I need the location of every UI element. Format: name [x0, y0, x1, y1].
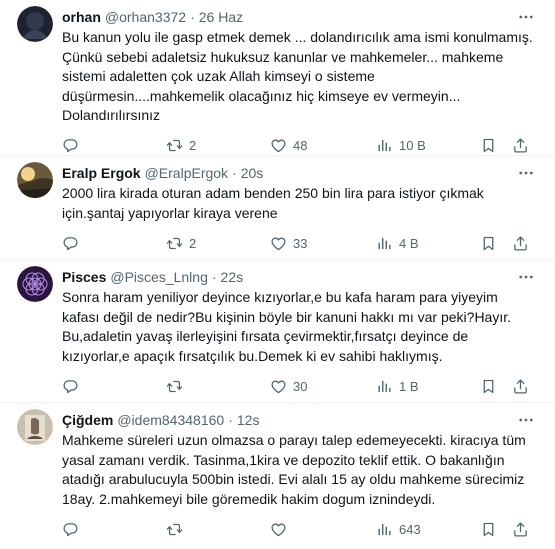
more-icon[interactable] — [517, 268, 535, 286]
retweet-count: 2 — [189, 138, 197, 153]
views-button[interactable]: 1 B — [376, 378, 480, 395]
reply-button[interactable] — [62, 378, 166, 395]
bookmark-button[interactable] — [480, 235, 512, 252]
like-count: 48 — [293, 138, 308, 153]
view-count: 1 B — [399, 378, 419, 394]
tweet[interactable]: orhan @orhan3372 · 26 Haz Bu kanun yolu … — [0, 0, 555, 156]
separator-dot: · — [211, 269, 217, 285]
bookmark-button[interactable] — [480, 378, 512, 395]
share-button[interactable] — [512, 137, 532, 154]
more-icon[interactable] — [517, 164, 535, 182]
separator-dot: · — [228, 412, 233, 428]
share-button[interactable] — [512, 235, 532, 252]
views-icon — [376, 235, 393, 252]
tweet[interactable]: Pisces @Pisces_Lnlng · 22s Sonra haram y… — [0, 260, 555, 403]
tweet-header: orhan @orhan3372 · 26 Haz — [62, 8, 539, 26]
reply-button[interactable] — [62, 137, 166, 154]
more-icon[interactable] — [517, 8, 535, 26]
share-icon — [512, 521, 529, 538]
tweet-text: Bu kanun yolu ile gasp etmek demek ... d… — [62, 29, 533, 123]
retweet-icon — [166, 378, 183, 395]
like-count: 30 — [293, 378, 308, 394]
separator-dot: · — [232, 165, 237, 181]
avatar[interactable] — [17, 162, 53, 198]
like-button[interactable]: 48 — [270, 137, 376, 154]
avatar[interactable] — [17, 266, 53, 302]
share-icon — [512, 137, 529, 154]
share-icon — [512, 235, 529, 252]
share-button[interactable] — [512, 378, 532, 395]
retweet-icon — [166, 137, 183, 154]
avatar[interactable] — [17, 6, 53, 42]
author-name[interactable]: Pisces — [62, 269, 106, 285]
view-count: 10 B — [399, 138, 426, 153]
views-icon — [376, 378, 393, 395]
author-name[interactable]: orhan — [62, 9, 101, 25]
author-name[interactable]: Çiğdem — [62, 412, 113, 428]
timestamp[interactable]: 22s — [221, 269, 244, 285]
author-handle[interactable]: @Pisces_Lnlng — [110, 269, 208, 285]
heart-icon — [270, 378, 287, 395]
reply-icon — [62, 521, 79, 538]
heart-icon — [270, 235, 287, 252]
retweet-button[interactable] — [166, 521, 270, 538]
avatar[interactable] — [17, 409, 53, 445]
bookmark-button[interactable] — [480, 137, 512, 154]
tweet-header: Eralp Ergok @EralpErgok · 20s — [62, 164, 539, 182]
separator-dot: · — [190, 9, 195, 25]
share-icon — [512, 378, 529, 395]
action-bar: 643 — [62, 511, 539, 547]
reply-icon — [62, 235, 79, 252]
tweet[interactable]: Çiğdem @idem84348160 · 12s Mahkeme sürel… — [0, 403, 555, 549]
tweet-text: Sonra haram yeniliyor deyince kızıyorlar… — [62, 289, 512, 364]
author-name[interactable]: Eralp Ergok — [62, 165, 141, 181]
reply-icon — [62, 137, 79, 154]
author-handle[interactable]: @idem84348160 — [117, 412, 224, 428]
retweet-icon — [166, 521, 183, 538]
reply-button[interactable] — [62, 521, 166, 538]
like-count: 33 — [293, 235, 308, 251]
retweet-button[interactable]: 2 — [166, 137, 270, 154]
retweet-button[interactable]: 2 — [166, 235, 270, 252]
views-icon — [376, 521, 393, 538]
reply-icon — [62, 378, 79, 395]
more-icon[interactable] — [517, 411, 535, 429]
views-button[interactable]: 10 B — [376, 137, 480, 154]
tweet-header: Pisces @Pisces_Lnlng · 22s — [62, 268, 539, 286]
author-handle[interactable]: @EralpErgok — [145, 165, 228, 181]
like-button[interactable] — [270, 521, 376, 538]
retweet-button[interactable] — [166, 378, 270, 395]
author-handle[interactable]: @orhan3372 — [105, 9, 186, 25]
like-button[interactable]: 33 — [270, 235, 376, 252]
action-bar: 2 33 4 B — [62, 225, 539, 261]
tweet[interactable]: Eralp Ergok @EralpErgok · 20s 2000 lira … — [0, 156, 555, 260]
bookmark-icon — [480, 521, 497, 538]
view-count: 4 B — [399, 235, 419, 251]
retweet-count: 2 — [189, 235, 197, 251]
tweet-text: 2000 lira kirada oturan adam benden 250 … — [62, 185, 484, 221]
tweet-text: Mahkeme süreleri uzun olmazsa o parayı t… — [62, 432, 526, 507]
action-bar: 30 1 B — [62, 368, 539, 404]
timestamp[interactable]: 26 Haz — [199, 9, 243, 25]
retweet-icon — [166, 235, 183, 252]
like-button[interactable]: 30 — [270, 378, 376, 395]
share-button[interactable] — [512, 521, 532, 538]
views-button[interactable]: 4 B — [376, 235, 480, 252]
bookmark-icon — [480, 137, 497, 154]
heart-icon — [270, 521, 287, 538]
bookmark-button[interactable] — [480, 521, 512, 538]
views-icon — [376, 137, 393, 154]
bookmark-icon — [480, 378, 497, 395]
view-count: 643 — [399, 521, 421, 537]
heart-icon — [270, 137, 287, 154]
reply-button[interactable] — [62, 235, 166, 252]
tweet-header: Çiğdem @idem84348160 · 12s — [62, 411, 539, 429]
timestamp[interactable]: 20s — [241, 165, 264, 181]
bookmark-icon — [480, 235, 497, 252]
views-button[interactable]: 643 — [376, 521, 480, 538]
timestamp[interactable]: 12s — [237, 412, 260, 428]
